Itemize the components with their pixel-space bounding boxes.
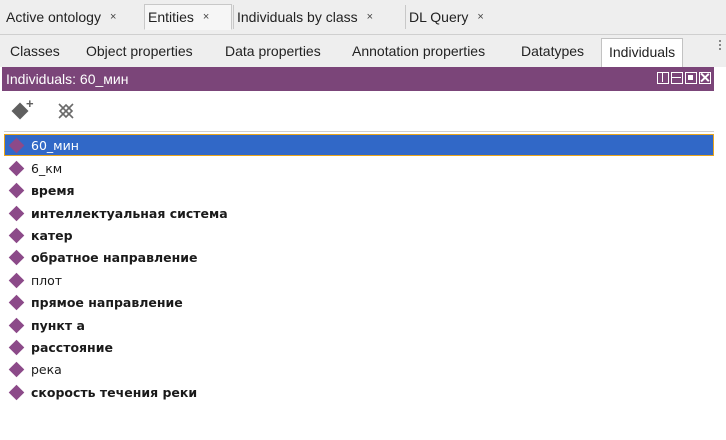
tab-close-icon[interactable]: ×: [367, 11, 373, 23]
close-view-icon[interactable]: [699, 72, 711, 84]
subtab-data-properties[interactable]: Data properties: [225, 39, 321, 63]
tab-label: Entities: [148, 9, 194, 25]
view-title: Individuals: 60_мин: [6, 71, 129, 87]
individuals-list[interactable]: 60_мин 6_км время интеллектуальная систе…: [4, 131, 714, 436]
tab-entities[interactable]: Entities ×: [144, 4, 232, 30]
split-vertical-icon[interactable]: [657, 72, 669, 84]
individual-icon: [8, 317, 25, 333]
maximize-icon[interactable]: [685, 72, 697, 84]
view-title-bar: Individuals: 60_мин: [2, 67, 714, 91]
individual-label: обратное направление: [31, 249, 198, 265]
list-item[interactable]: плот: [4, 269, 714, 291]
subtab-annotation-properties[interactable]: Annotation properties: [352, 39, 485, 63]
list-item[interactable]: расстояние: [4, 336, 714, 358]
individual-label: 60_мин: [31, 137, 79, 153]
individual-icon: [8, 339, 25, 355]
tab-individuals-by-class[interactable]: Individuals by class ×: [233, 5, 405, 29]
individual-icon: [8, 137, 25, 153]
list-item[interactable]: 60_мин: [4, 134, 714, 156]
delete-individual-button[interactable]: [54, 99, 80, 123]
main-tab-bar: Active ontology × Entities × Individuals…: [0, 0, 726, 35]
add-individual-button[interactable]: +: [11, 96, 38, 123]
individual-icon: [8, 182, 25, 198]
individual-icon: [8, 205, 25, 221]
subtab-individuals[interactable]: Individuals: [601, 38, 684, 67]
tab-label: Active ontology: [6, 9, 101, 25]
entity-tab-bar: Classes Object properties Data propertie…: [0, 35, 726, 67]
list-item[interactable]: обратное направление: [4, 246, 714, 268]
individual-label: река: [31, 361, 62, 377]
individual-icon: [8, 249, 25, 265]
individual-icon: [8, 160, 25, 176]
tab-active-ontology[interactable]: Active ontology ×: [0, 5, 144, 29]
individual-label: 6_км: [31, 160, 63, 176]
list-item[interactable]: интеллектуальная система: [4, 202, 714, 224]
individual-label: катер: [31, 227, 73, 243]
individual-label: плот: [31, 272, 63, 288]
list-item[interactable]: пункт а: [4, 314, 714, 336]
list-item[interactable]: прямое направление: [4, 291, 714, 313]
individual-icon: [8, 384, 25, 400]
view-toolbar: +: [2, 91, 714, 129]
drag-handle-icon[interactable]: [719, 40, 723, 50]
individual-icon: [8, 227, 25, 243]
tab-close-icon[interactable]: ×: [477, 11, 483, 23]
list-item[interactable]: время: [4, 179, 714, 201]
tab-label: DL Query: [409, 9, 469, 25]
individual-label: интеллектуальная система: [31, 205, 228, 221]
subtab-object-properties[interactable]: Object properties: [86, 39, 193, 63]
list-item[interactable]: река: [4, 358, 714, 380]
delete-individual-icon: [58, 103, 74, 119]
plus-icon: +: [26, 96, 34, 111]
split-horizontal-icon[interactable]: [671, 72, 683, 84]
tab-label: Individuals by class: [237, 9, 358, 25]
individual-label: скорость течения реки: [31, 384, 198, 400]
subtab-classes[interactable]: Classes: [10, 39, 60, 63]
tab-close-icon[interactable]: ×: [203, 11, 209, 23]
individual-label: прямое направление: [31, 294, 183, 310]
view-controls: [657, 72, 711, 84]
list-item[interactable]: 6_км: [4, 157, 714, 179]
individual-label: время: [31, 182, 75, 198]
list-item[interactable]: катер: [4, 224, 714, 246]
individual-icon: [8, 361, 25, 377]
tab-close-icon[interactable]: ×: [110, 11, 116, 23]
individual-label: расстояние: [31, 339, 113, 355]
individual-label: пункт а: [31, 317, 85, 333]
list-item[interactable]: скорость течения реки: [4, 381, 714, 403]
individual-icon: [8, 272, 25, 288]
subtab-datatypes[interactable]: Datatypes: [521, 39, 584, 63]
individual-icon: [8, 294, 25, 310]
tab-dl-query[interactable]: DL Query ×: [405, 5, 505, 29]
